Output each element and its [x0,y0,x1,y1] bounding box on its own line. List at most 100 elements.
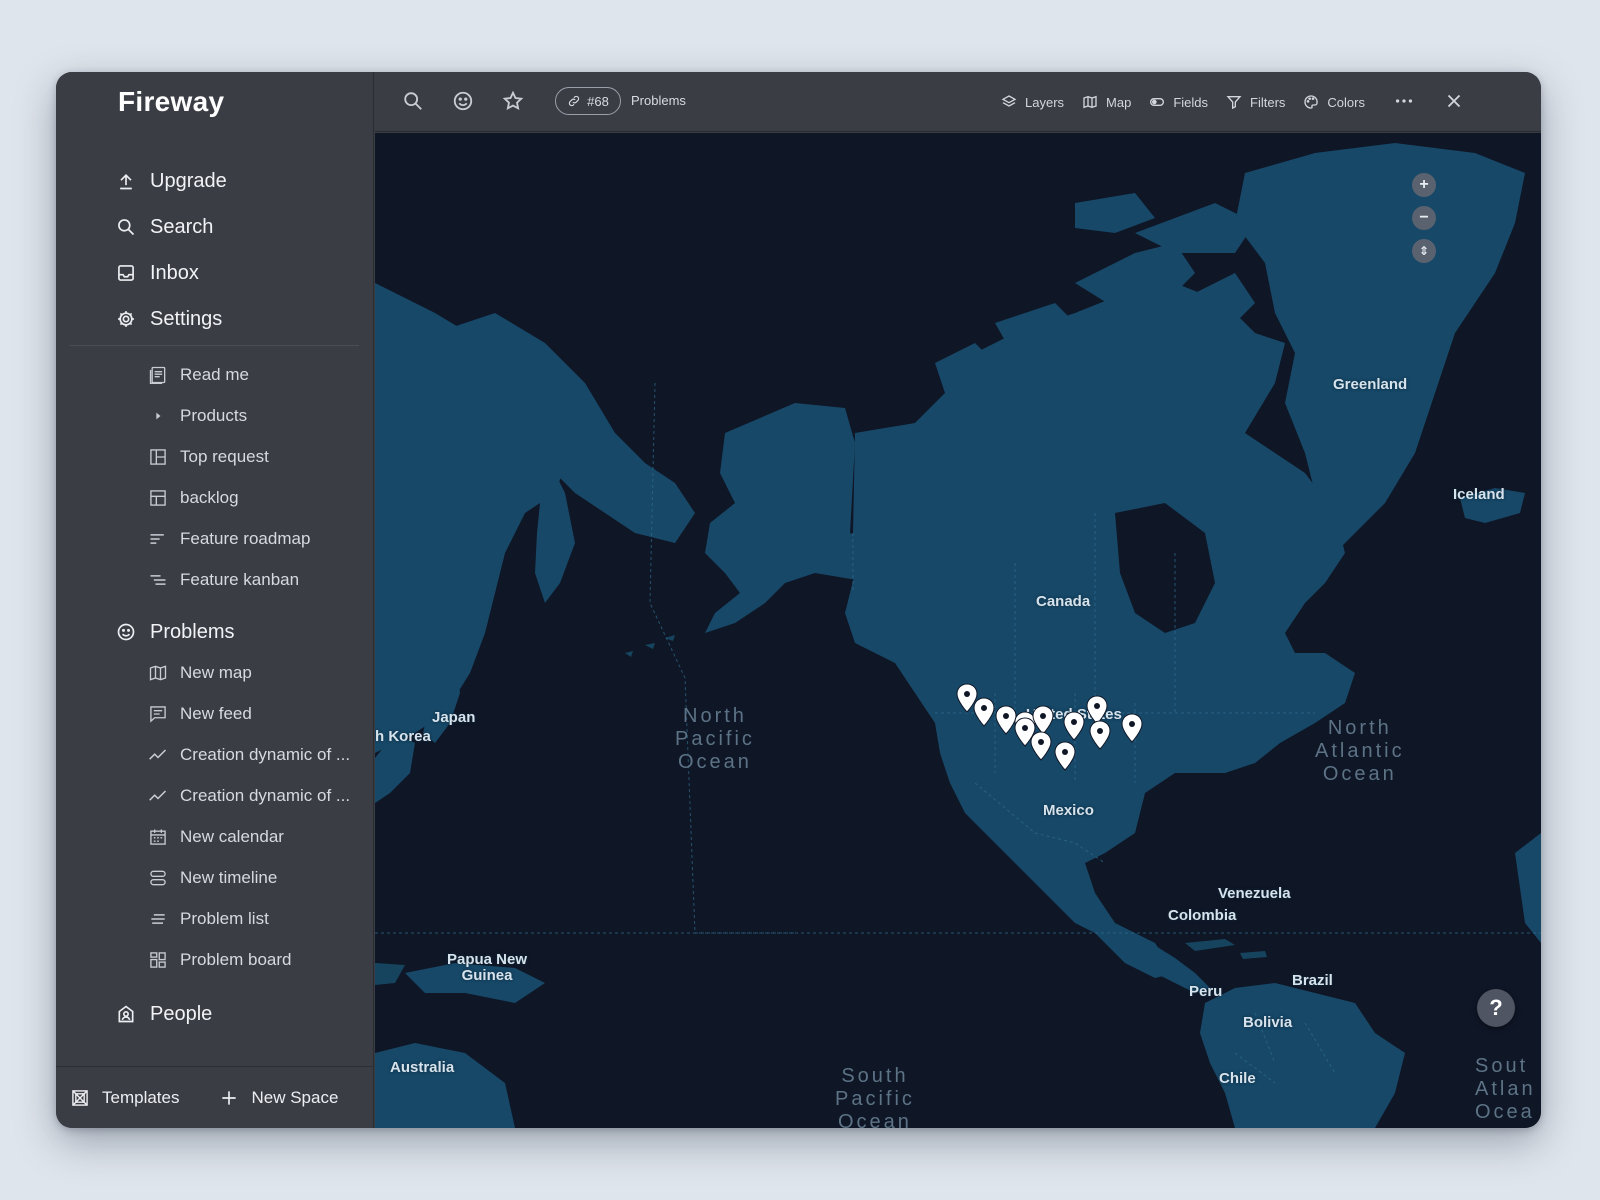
sidebar-item-new-timeline[interactable]: New timeline [148,857,370,898]
map-base [375,143,1541,1128]
people-icon [118,1005,134,1023]
sidebar-item-backlog[interactable]: backlog [148,477,370,518]
zoom-in-button[interactable]: + [1412,173,1436,197]
map-pin[interactable] [1120,713,1144,743]
sidebar-item-creation-dynamic-2[interactable]: Creation dynamic of ... [148,775,370,816]
sidebar-item-label: Problem list [180,908,269,928]
zoom-out-button[interactable]: − [1412,206,1436,230]
map-pin[interactable] [1062,711,1086,741]
map-view[interactable]: Greenland Iceland Canada United States M… [375,133,1541,1128]
calendar-icon [148,827,168,847]
nav-label: Search [150,215,214,238]
sidebar-item-read-me[interactable]: Read me [148,354,370,395]
breadcrumb[interactable]: Problems [631,93,686,108]
label-bolivia: Bolivia [1243,1014,1293,1031]
nav-label: Upgrade [150,169,227,192]
table-icon [148,488,168,508]
chart-line-icon [148,745,168,765]
nav-label: Settings [150,307,223,330]
sidebar-item-label: New timeline [180,867,278,887]
nav-settings[interactable]: Settings [116,296,227,342]
map-pin[interactable] [1053,741,1077,771]
label-brazil: Brazil [1292,972,1333,989]
layers-button[interactable]: Layers [1001,94,1064,110]
fields-button[interactable]: Fields [1149,94,1208,110]
nav-search[interactable]: Search [116,204,227,250]
label-japan: Japan [432,709,476,726]
search-icon [118,219,135,236]
sidebar-item-feature-kanban[interactable]: Feature kanban [148,559,370,600]
sidebar-item-feature-roadmap[interactable]: Feature roadmap [148,518,370,559]
nav-inbox[interactable]: Inbox [116,250,227,296]
app-window: Fireway Upgrade Search Inbox Settings Re… [56,72,1541,1128]
sidebar-footer: Templates New Space [56,1066,374,1128]
problems-list: New map New feed Creation dynamic of ...… [148,652,370,980]
label-papua-new-guinea: Papua New Guinea [447,951,528,984]
docs-list: Read me Products Top request backlog Fea… [148,354,370,600]
sidebar-item-top-request[interactable]: Top request [148,436,370,477]
sidebar-item-label: Problem board [180,949,292,969]
sidebar-item-problem-list[interactable]: Problem list [148,898,370,939]
sidebar-item-new-calendar[interactable]: New calendar [148,816,370,857]
label-colombia: Colombia [1168,907,1237,924]
label-iceland: Iceland [1453,486,1505,503]
section-label: People [150,1002,213,1025]
layers-icon [1001,95,1017,107]
section-problems[interactable]: Problems [116,612,234,652]
timeline-icon [148,868,168,888]
label-venezuela: Venezuela [1218,885,1291,902]
chart-line-icon [148,786,168,806]
more-icon[interactable] [1393,90,1415,112]
roadmap-icon [148,529,168,549]
top-toolbar: #68 Problems Layers Map Fields Filters C… [375,72,1541,132]
map-icon [1083,95,1097,109]
sidebar-item-label: Creation dynamic of ... [180,785,351,805]
map-pin[interactable] [1013,717,1037,747]
feed-icon [148,704,168,724]
link-chip[interactable]: #68 [555,87,621,115]
sidebar-item-products[interactable]: Products [148,395,370,436]
toggle-icon [1150,98,1165,106]
new-space-button[interactable]: New Space [219,1088,338,1108]
map-icon [148,663,168,683]
compass-button[interactable]: ⇕ [1412,239,1436,263]
app-logo[interactable]: Fireway [118,86,224,118]
caret-right-icon[interactable] [148,406,168,426]
filters-button[interactable]: Filters [1226,94,1285,110]
sidebar-item-new-map[interactable]: New map [148,652,370,693]
sidebar-item-label: Top request [180,446,269,466]
map-pin[interactable] [972,697,996,727]
section-people[interactable]: People [116,994,212,1034]
label-canada: Canada [1036,593,1091,610]
nav-upgrade[interactable]: Upgrade [116,158,227,204]
sidebar-item-label: New feed [180,703,252,723]
templates-button[interactable]: Templates [70,1088,179,1108]
star-icon[interactable] [502,90,524,112]
sidebar-item-problem-board[interactable]: Problem board [148,939,370,980]
sidebar-item-new-feed[interactable]: New feed [148,693,370,734]
map-button[interactable]: Map [1082,94,1131,110]
sidebar-item-creation-dynamic-1[interactable]: Creation dynamic of ... [148,734,370,775]
smiley-icon[interactable] [452,90,474,112]
colors-button[interactable]: Colors [1303,94,1365,110]
sidebar-divider [70,345,359,346]
ocean-south-pacific: South Pacific Ocean [835,1065,915,1128]
close-icon[interactable] [1443,90,1465,112]
sidebar-item-label: backlog [180,487,239,507]
document-icon [148,365,168,385]
board-icon [148,950,168,970]
chip-id: #68 [587,93,609,109]
templates-label: Templates [102,1087,180,1107]
sidebar-item-label: Feature roadmap [180,528,311,548]
link-icon [569,95,580,107]
gear-icon [118,311,134,327]
sidebar-item-label: Products [180,405,248,425]
filters-label: Filters [1250,94,1286,110]
search-icon[interactable] [402,90,424,112]
upload-icon [120,173,132,190]
sidebar-item-label: Creation dynamic of ... [180,744,351,764]
help-button[interactable]: ? [1477,989,1515,1027]
map-pin[interactable] [1088,720,1112,750]
nav-label: Inbox [150,261,199,284]
palette-icon [1304,95,1319,109]
